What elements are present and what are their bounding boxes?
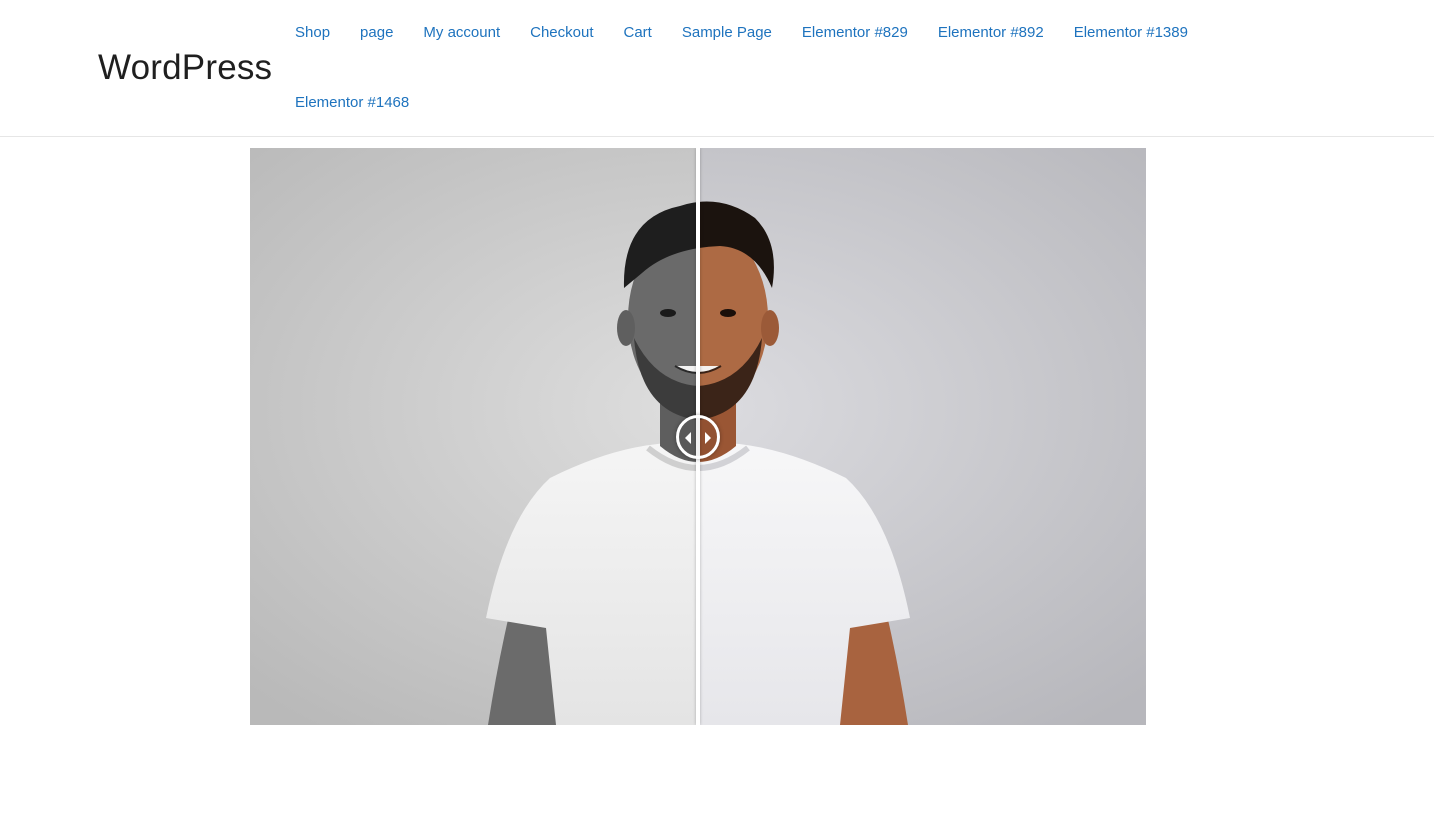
nav-link-elementor-829[interactable]: Elementor #829 — [802, 21, 908, 45]
comparison-drag-handle[interactable] — [676, 415, 720, 459]
nav-link-checkout[interactable]: Checkout — [530, 21, 593, 45]
nav-link-cart[interactable]: Cart — [624, 21, 652, 45]
arrow-left-icon — [685, 432, 691, 444]
primary-navigation-overflow: Elementor #1468 — [295, 91, 439, 115]
after-image-color — [698, 148, 1146, 725]
nav-link-elementor-1468[interactable]: Elementor #1468 — [295, 91, 409, 115]
nav-link-elementor-892[interactable]: Elementor #892 — [938, 21, 1044, 45]
after-image-clip — [698, 148, 1146, 725]
nav-link-page[interactable]: page — [360, 21, 393, 45]
before-after-image-comparison[interactable] — [250, 148, 1146, 725]
site-header: WordPress Shop page My account Checkout … — [0, 0, 1434, 137]
arrow-right-icon — [705, 432, 711, 444]
nav-link-my-account[interactable]: My account — [423, 21, 500, 45]
nav-link-shop[interactable]: Shop — [295, 21, 330, 45]
primary-navigation: Shop page My account Checkout Cart Sampl… — [295, 21, 1218, 45]
site-title[interactable]: WordPress — [98, 47, 272, 89]
nav-link-sample-page[interactable]: Sample Page — [682, 21, 772, 45]
nav-link-elementor-1389[interactable]: Elementor #1389 — [1074, 21, 1188, 45]
